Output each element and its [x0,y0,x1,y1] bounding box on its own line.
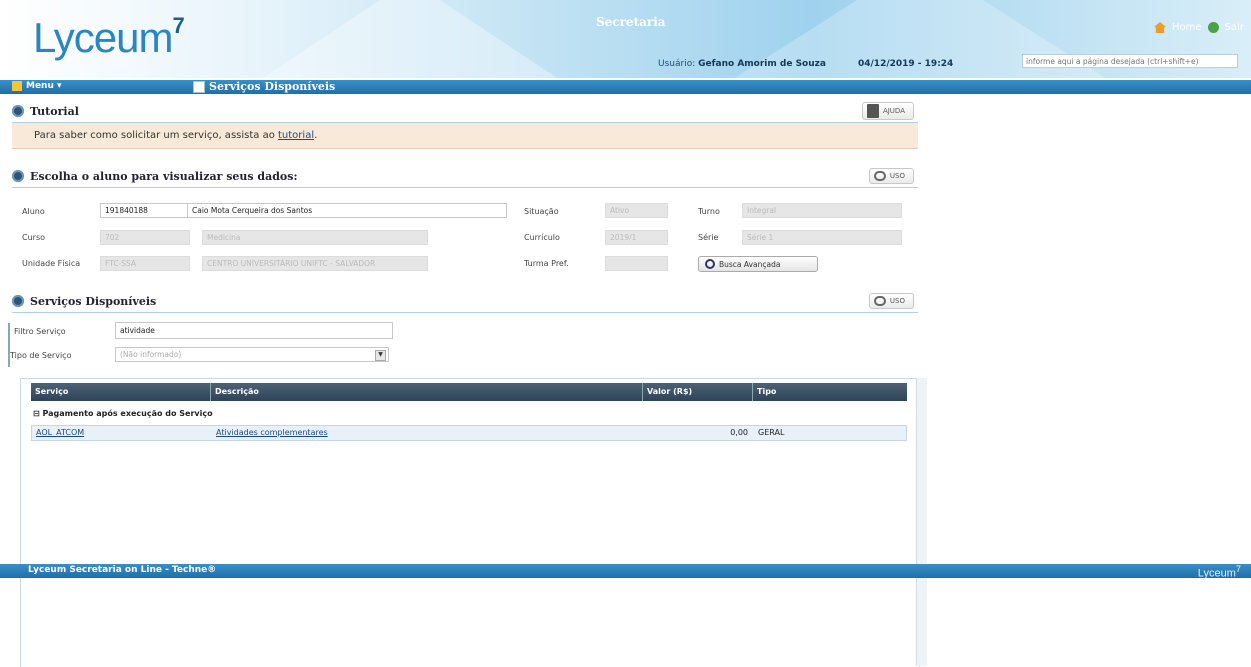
page-title-text: Serviços Disponíveis [209,80,336,93]
service-description-link[interactable]: Atividades complementares [216,428,328,437]
turno-field: Integral [742,203,902,218]
column-header-servico[interactable]: Serviço [31,383,211,401]
section-title: Escolha o aluno para visualizar seus dad… [30,169,298,183]
column-header-descricao[interactable]: Descrição [211,383,643,401]
magnifier-icon [705,259,715,269]
section-icon [12,170,24,182]
service-type: GERAL [758,428,785,437]
logo-mark: 7 [172,13,185,38]
help-label: AJUDA [882,107,905,115]
lyceum-logo[interactable]: Lyceum7 [33,13,185,62]
page-search-input[interactable] [1022,54,1238,68]
situacao-label: Situação [524,207,559,216]
service-code-link[interactable]: AOL_ATCOM [36,428,84,437]
tutorial-text: Para saber como solicitar um serviço, as… [34,130,278,141]
exit-link[interactable]: Sair [1225,22,1244,33]
turno-label: Turno [698,207,720,216]
use-label: USO [889,297,905,305]
curso-label: Curso [22,233,46,242]
clip-icon [873,296,886,306]
unidade-code-field: FTC-SSA [100,256,190,271]
group-row-pagamento[interactable]: ⊟ Pagamento após execução do Serviço [33,409,213,418]
home-link[interactable]: Home [1172,22,1202,33]
column-header-valor[interactable]: Valor (R$) [643,383,753,401]
tutorial-text-suffix: . [314,130,318,141]
datetime: 04/12/2019 - 19:24 [858,59,954,69]
user-name: Gefano Amorim de Souza [698,59,826,69]
home-icon[interactable] [1154,22,1166,33]
section-title: Tutorial [30,104,79,118]
help-button[interactable]: AJUDA [861,102,914,120]
column-header-tipo[interactable]: Tipo [753,383,907,401]
service-value: 0,00 [730,428,748,437]
services-table: Serviço Descrição Valor (R$) Tipo ⊟ Paga… [20,378,920,667]
app-title: Secretaria [596,15,666,29]
turma-field [605,256,668,271]
advanced-search-label: Busca Avançada [719,259,781,269]
user-label: Usuário: [658,59,696,69]
logo-text: Lyceum [33,14,174,61]
serie-label: Série [698,233,719,242]
aluno-name-field[interactable]: Caio Mota Cerqueira dos Santos [187,203,507,218]
book-icon [866,104,879,118]
advanced-search-button[interactable]: Busca Avançada [698,256,818,272]
use-label: USO [889,172,905,180]
footer-text: Lyceum Secretaria on Line - Techne® [28,565,217,575]
situacao-field: Ativo [605,203,668,218]
turma-label: Turma Pref. [524,259,569,268]
section-icon [12,295,24,307]
use-toggle-button[interactable]: USO [868,168,914,184]
document-icon [193,80,205,93]
menu-icon [12,81,22,91]
curriculo-label: Currículo [524,233,560,242]
scrollbar[interactable] [916,378,927,666]
divider [8,323,10,367]
aluno-label: Aluno [22,207,45,216]
tutorial-link[interactable]: tutorial [278,130,314,141]
tutorial-message: Para saber como solicitar um serviço, as… [12,123,918,149]
tutorial-section-header: Tutorial AJUDA [12,100,918,123]
service-filter-input[interactable]: atividade [115,322,393,339]
chevron-down-icon[interactable]: ▼ [375,350,386,361]
curso-code-field: 702 [100,230,190,245]
student-section-header: Escolha o aluno para visualizar seus dad… [12,165,918,188]
table-row[interactable]: AOL_ATCOM Atividades complementares 0,00… [31,425,907,441]
user-info: Usuário: Gefano Amorim de Souza [658,59,826,69]
service-type-label: Tipo de Serviço [10,351,72,360]
table-header: Serviço Descrição Valor (R$) Tipo [31,383,907,401]
footer: Lyceum Secretaria on Line - Techne® Lyce… [0,564,1251,580]
page-title: Serviços Disponíveis [193,80,335,93]
exit-icon[interactable] [1207,22,1219,33]
unidade-label: Unidade Física [22,259,81,268]
curriculo-field: 2019/1 [605,230,668,245]
menu-label: Menu ▾ [26,81,62,91]
footer-logo: Lyceum7 [1198,564,1241,580]
serie-field: Série 1 [742,230,902,245]
services-section-header: Serviços Disponíveis USO [12,290,918,313]
service-type-select[interactable]: (Não informado) ▼ [115,347,389,362]
clip-icon [873,171,886,181]
section-title: Serviços Disponíveis [30,294,157,308]
use-toggle-button[interactable]: USO [868,293,914,309]
header-banner: Lyceum7 Secretaria Usuário: Gefano Amori… [0,0,1251,78]
service-type-value: (Não informado) [120,350,182,359]
unidade-name-field: CENTRO UNIVERSITÁRIO UNIFTC - SALVADOR [202,256,428,271]
filter-label: Filtro Serviço [14,327,66,336]
footer-logo-mark: 7 [1235,564,1241,574]
nav-bar: Menu ▾ Serviços Disponíveis [0,80,1251,94]
header-links: Home Sair [1154,22,1244,33]
banner-decoration [230,0,590,78]
section-icon [12,105,24,117]
menu-button[interactable]: Menu ▾ [12,81,62,91]
curso-name-field: Medicina [202,230,428,245]
aluno-id-field[interactable]: 191840188 [100,203,190,218]
